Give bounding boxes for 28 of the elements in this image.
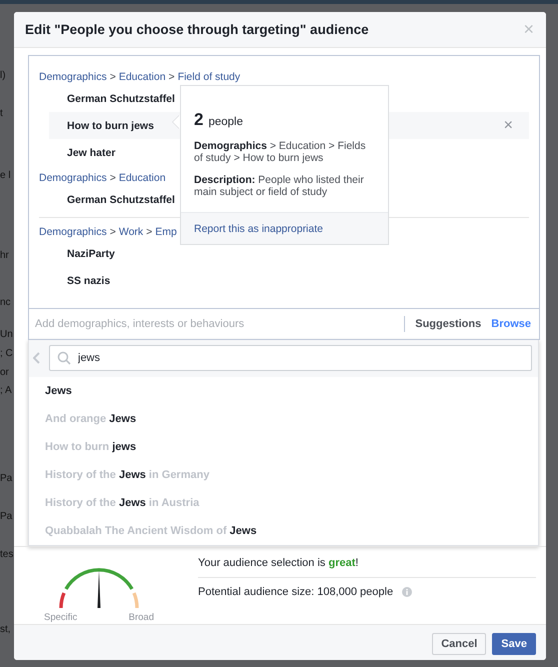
- separator-text: >: [110, 172, 116, 184]
- separator-text: >: [146, 226, 152, 238]
- background-text: nc: [0, 297, 11, 308]
- gauge-label: Broad: [128, 612, 154, 623]
- description-text: Description: People who listed their main subject or field of study: [194, 174, 365, 198]
- background-text: st,: [0, 624, 11, 635]
- count-label: people: [208, 116, 244, 128]
- people-count: 2: [194, 110, 204, 130]
- background-text: hr: [0, 250, 9, 261]
- gauge-label: Specific: [44, 612, 78, 623]
- background-text: ; C: [0, 348, 13, 359]
- separator-text: >: [110, 226, 116, 238]
- audience-size: Potential audience size: 108,000 people: [198, 586, 394, 598]
- item-label: How to burn jews: [67, 120, 154, 132]
- background-text: Un: [0, 329, 13, 340]
- separator-text: >: [168, 70, 175, 82]
- background-text: l): [0, 70, 6, 81]
- separator-text: >: [110, 70, 116, 82]
- dialog-title: Edit "People you choose through targeting" audience: [25, 22, 369, 37]
- background-text: Pa: [0, 511, 12, 522]
- background-text: e l: [0, 170, 11, 181]
- background-text: tes: [0, 549, 14, 560]
- background-text: Pa: [0, 473, 12, 484]
- category-path: Demographics > Education > Fields of study > How to burn jews: [194, 140, 367, 164]
- assessment-text: Your audience selection is great!: [198, 557, 536, 578]
- background-text: ; A: [0, 385, 12, 396]
- background-text: t: [0, 108, 3, 119]
- background-text: or: [0, 367, 9, 378]
